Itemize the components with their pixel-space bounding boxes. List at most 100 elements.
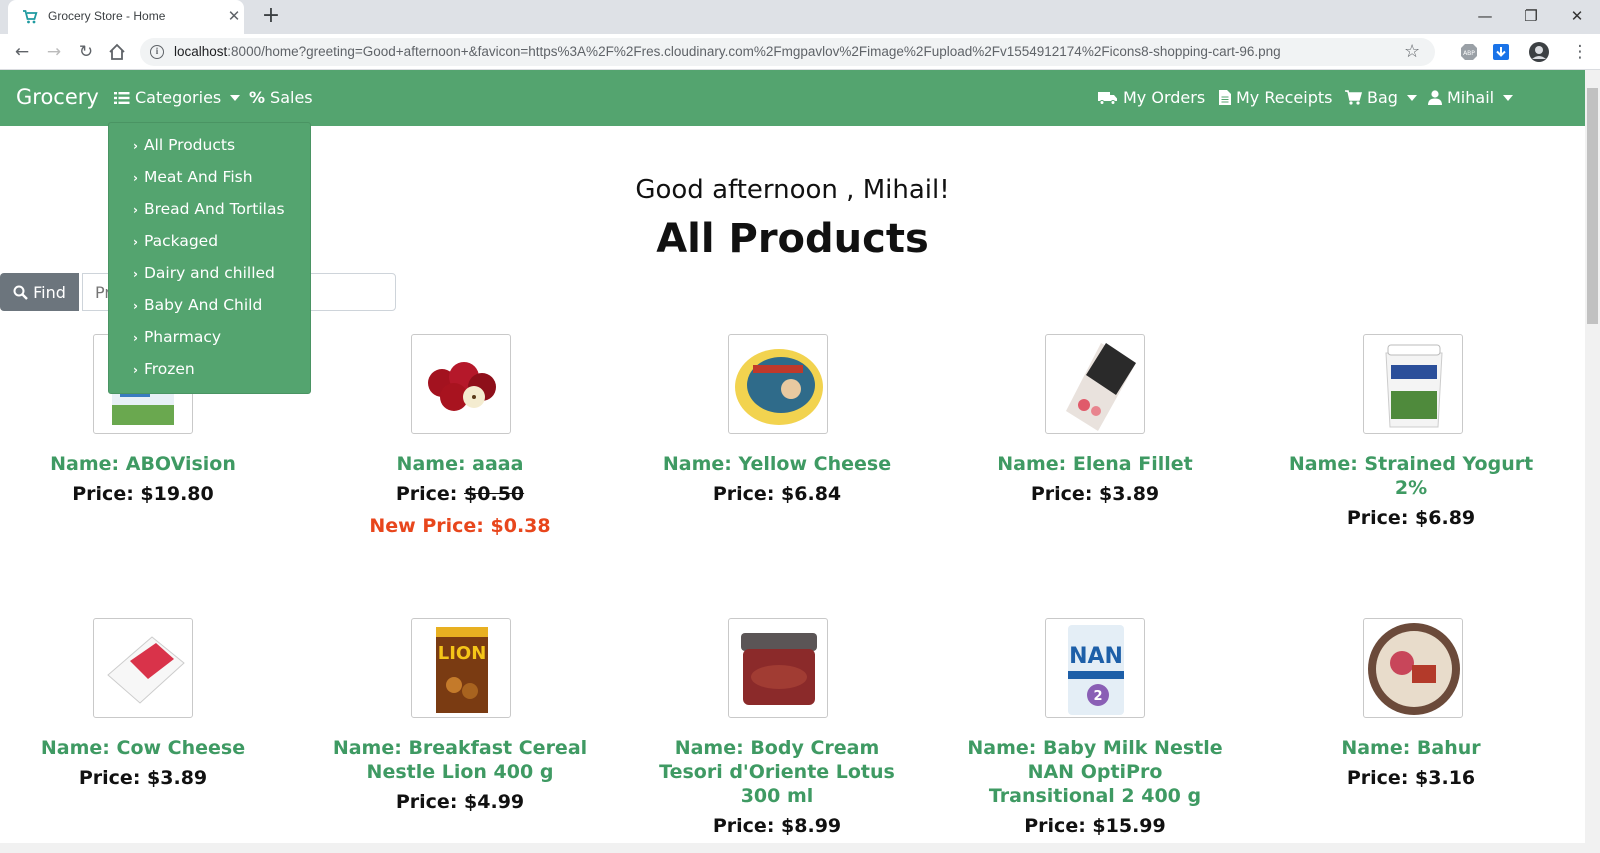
chevron-right-icon: › bbox=[133, 235, 138, 249]
user-label: Mihail bbox=[1447, 88, 1495, 107]
brand-link[interactable]: Grocery bbox=[16, 85, 99, 109]
file-icon bbox=[1219, 90, 1231, 105]
browser-menu-icon[interactable]: ⋮ bbox=[1568, 40, 1592, 64]
find-button[interactable]: Find bbox=[0, 273, 79, 311]
bag-dropdown-toggle[interactable]: Bag bbox=[1345, 88, 1417, 107]
product-name[interactable]: Name: Bahur bbox=[1271, 736, 1551, 760]
categories-dropdown-menu: › All Products › Meat And Fish › Bread And … bbox=[108, 122, 311, 394]
product-name[interactable]: Name: ABOVision bbox=[3, 452, 283, 476]
browser-toolbar: ← → ↻ i localhost:8000/home?greeting=Goo… bbox=[0, 34, 1600, 70]
product-name[interactable]: Name: Baby Milk Nestle NAN OptiPro Transit… bbox=[955, 736, 1235, 808]
scrollbar-thumb[interactable] bbox=[1587, 88, 1598, 324]
home-icon[interactable] bbox=[108, 43, 126, 61]
category-item-frozen[interactable]: › Frozen bbox=[133, 360, 195, 378]
adblock-icon[interactable]: ABP bbox=[1460, 43, 1478, 61]
reload-icon[interactable]: ↻ bbox=[74, 40, 98, 64]
restore-button[interactable]: ❐ bbox=[1516, 4, 1546, 28]
meat-platter-image bbox=[1368, 623, 1460, 715]
category-item-all-products[interactable]: › All Products bbox=[133, 136, 235, 154]
my-orders-label: My Orders bbox=[1123, 88, 1206, 107]
chevron-right-icon: › bbox=[133, 363, 138, 377]
download-icon[interactable] bbox=[1492, 43, 1510, 61]
user-dropdown-toggle[interactable]: Mihail bbox=[1428, 88, 1514, 107]
url-text: localhost:8000/home?greeting=Good+aftern… bbox=[174, 44, 1281, 59]
bag-label: Bag bbox=[1367, 88, 1398, 107]
product-name[interactable]: Name: aaaa bbox=[320, 452, 600, 476]
category-item-pharmacy[interactable]: › Pharmacy bbox=[133, 328, 221, 346]
cart-icon bbox=[1345, 90, 1362, 105]
bookmark-star-icon[interactable]: ☆ bbox=[1404, 41, 1420, 62]
old-price: $0.50 bbox=[464, 483, 525, 505]
product-image[interactable] bbox=[1363, 334, 1463, 434]
product-name[interactable]: Name: Strained Yogurt 2% bbox=[1271, 452, 1551, 500]
category-item-meat-and-fish[interactable]: › Meat And Fish bbox=[133, 168, 253, 186]
find-label: Find bbox=[33, 282, 66, 302]
my-receipts-label: My Receipts bbox=[1236, 88, 1333, 107]
product-price: Price: $4.99 bbox=[395, 791, 525, 813]
close-icon[interactable]: ✕ bbox=[225, 7, 243, 25]
category-item-baby-and-child[interactable]: › Baby And Child bbox=[133, 296, 262, 314]
forward-icon[interactable]: → bbox=[42, 40, 66, 64]
product-image[interactable] bbox=[411, 334, 511, 434]
sales-label: Sales bbox=[270, 88, 313, 107]
my-receipts-link[interactable]: My Receipts bbox=[1219, 88, 1332, 107]
yogurt-tub-image bbox=[1385, 344, 1443, 428]
new-tab-button[interactable]: + bbox=[260, 3, 282, 29]
product-name[interactable]: Name: Cow Cheese bbox=[3, 736, 283, 760]
category-item-bread-and-tortilas[interactable]: › Bread And Tortilas bbox=[133, 200, 285, 218]
fillet-package-image bbox=[1066, 343, 1136, 431]
category-item-dairy-and-chilled[interactable]: › Dairy and chilled bbox=[133, 264, 275, 282]
product-image[interactable] bbox=[728, 334, 828, 434]
search-icon bbox=[13, 285, 28, 300]
svg-text:LION: LION bbox=[438, 643, 487, 664]
caret-down-icon bbox=[1503, 94, 1514, 101]
product-price: Price: $15.99 bbox=[1024, 815, 1166, 837]
svg-text:ABP: ABP bbox=[1463, 50, 1475, 57]
product-price: Price: $8.99 bbox=[712, 815, 842, 837]
vertical-scrollbar[interactable] bbox=[1585, 70, 1600, 853]
sales-link[interactable]: % Sales bbox=[249, 88, 313, 107]
baby-milk-can-image: NAN 2 bbox=[1068, 625, 1124, 715]
cow-cheese-image bbox=[107, 636, 185, 704]
product-price: Price: $0.50 bbox=[395, 483, 525, 505]
product-image[interactable] bbox=[728, 618, 828, 718]
chevron-right-icon: › bbox=[133, 299, 138, 313]
shopping-cart-icon bbox=[23, 10, 38, 24]
product-price: Price: $19.80 bbox=[72, 483, 214, 505]
svg-text:NAN: NAN bbox=[1069, 644, 1123, 669]
minimize-button[interactable]: — bbox=[1470, 4, 1500, 28]
product-price: Price: $6.84 bbox=[712, 483, 842, 505]
category-item-packaged[interactable]: › Packaged bbox=[133, 232, 218, 250]
my-orders-link[interactable]: My Orders bbox=[1098, 88, 1205, 107]
product-price: Price: $6.89 bbox=[1346, 507, 1476, 529]
product-image[interactable] bbox=[1363, 618, 1463, 718]
back-icon[interactable]: ← bbox=[10, 40, 34, 64]
percent-icon: % bbox=[249, 88, 266, 107]
cereal-box-image: LION bbox=[436, 627, 488, 713]
window-close-button[interactable]: ✕ bbox=[1562, 4, 1592, 28]
product-name[interactable]: Name: Yellow Cheese bbox=[637, 452, 917, 476]
product-image[interactable]: LION bbox=[411, 618, 511, 718]
truck-icon bbox=[1098, 91, 1117, 105]
product-image[interactable] bbox=[1045, 334, 1145, 434]
product-name[interactable]: Name: Breakfast Cereal Nestle Lion 400 g bbox=[320, 736, 600, 784]
svg-text:2: 2 bbox=[1093, 689, 1102, 704]
user-icon bbox=[1428, 90, 1442, 105]
info-icon[interactable]: i bbox=[150, 45, 164, 59]
app-navbar: Grocery Categories % Sales My Orders My … bbox=[0, 70, 1585, 126]
apple-image bbox=[428, 362, 496, 411]
product-price: Price: $3.16 bbox=[1346, 767, 1476, 789]
categories-dropdown-toggle[interactable]: Categories bbox=[114, 88, 241, 107]
address-bar[interactable]: i localhost:8000/home?greeting=Good+afte… bbox=[140, 38, 1435, 66]
profile-avatar-icon[interactable] bbox=[1528, 41, 1550, 63]
product-image[interactable]: NAN 2 bbox=[1045, 618, 1145, 718]
tab-title: Grocery Store - Home bbox=[48, 9, 166, 23]
horizontal-scrollbar[interactable] bbox=[0, 843, 1585, 853]
list-icon bbox=[114, 91, 130, 104]
product-name[interactable]: Name: Elena Fillet bbox=[955, 452, 1235, 476]
product-name[interactable]: Name: Body Cream Tesori d'Oriente Lotus 30… bbox=[637, 736, 917, 808]
product-price: Price: $3.89 bbox=[1030, 483, 1160, 505]
chevron-right-icon: › bbox=[133, 267, 138, 281]
browser-tab[interactable]: Grocery Store - Home ✕ bbox=[8, 0, 244, 34]
product-image[interactable] bbox=[93, 618, 193, 718]
